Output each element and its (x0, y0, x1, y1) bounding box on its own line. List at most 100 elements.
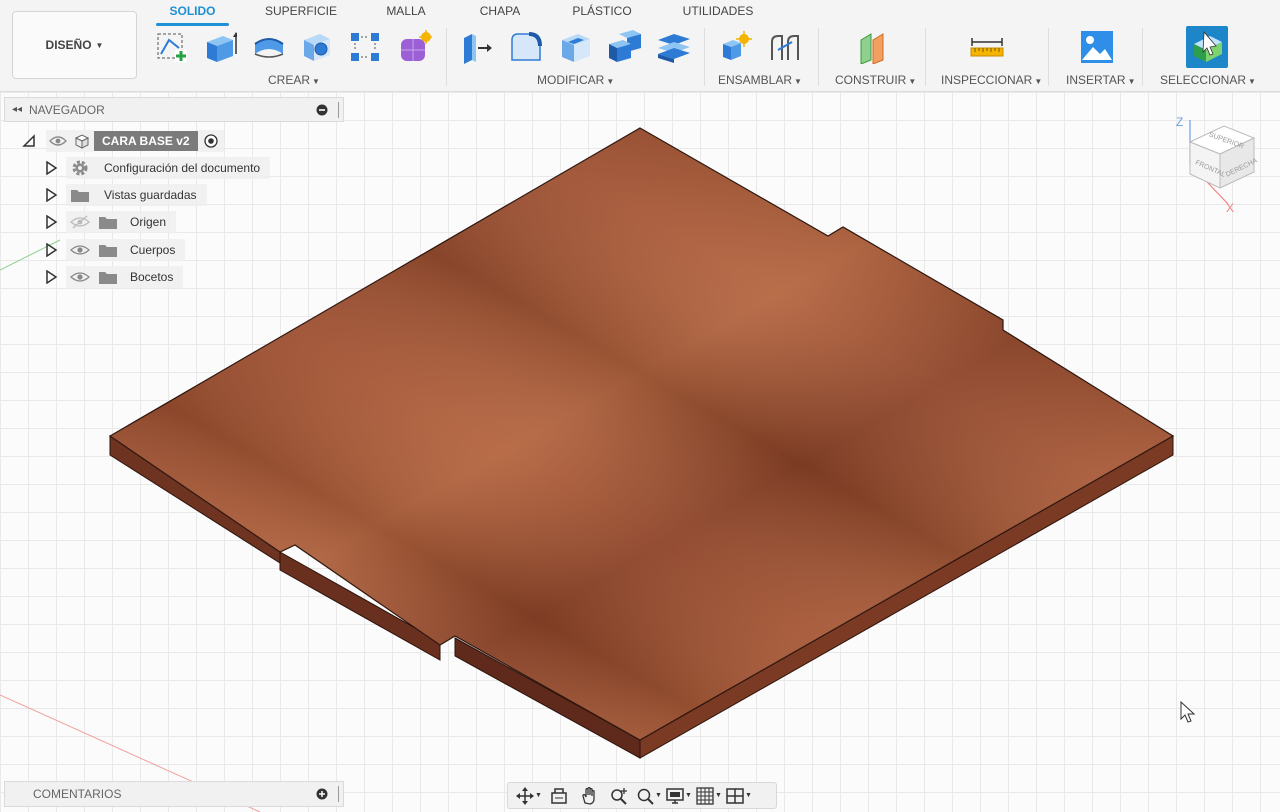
zoom-fit-icon (637, 788, 654, 805)
display-settings-button[interactable]: ▼ (664, 785, 694, 807)
insertar-menu[interactable]: INSERTAR ▼ (1066, 73, 1136, 87)
plate-grain (110, 128, 1173, 740)
panel-grip[interactable] (338, 101, 339, 118)
navigator-title: NAVEGADOR (29, 102, 105, 117)
component-icon (70, 130, 94, 152)
eye-icon[interactable] (70, 270, 90, 284)
root-visibility[interactable] (46, 130, 70, 152)
collapsed-arrow-icon[interactable] (44, 243, 58, 257)
grid-settings-button[interactable]: ▼ (694, 785, 724, 807)
comments-panel: COMENTARIOS (4, 781, 344, 807)
minimize-icon[interactable] (314, 102, 330, 118)
add-comment-icon[interactable] (314, 786, 330, 802)
collapsed-arrow-icon[interactable] (44, 188, 58, 202)
offset-plane-icon[interactable] (853, 28, 891, 66)
folder-icon (71, 190, 89, 202)
eye-icon[interactable] (49, 135, 67, 147)
crear-menu[interactable]: CREAR ▼ (268, 73, 320, 87)
create-form-icon[interactable] (396, 28, 434, 66)
collapse-panel-icon[interactable]: ◂◂ (5, 104, 29, 115)
expanded-arrow-icon[interactable] (22, 134, 36, 148)
shell-icon[interactable] (556, 28, 594, 66)
chevron-down-icon: ▼ (655, 792, 662, 799)
collapsed-arrow-icon[interactable] (44, 270, 58, 284)
extrude-icon[interactable] (201, 28, 239, 66)
combine-icon[interactable] (605, 28, 643, 66)
press-pull-icon[interactable] (458, 28, 496, 66)
tab-utilidades[interactable]: UTILIDADES (678, 4, 758, 24)
toolbar-separator (1048, 28, 1049, 86)
navigation-bar: ▼ ▼ ▼ ▼ ▼ (507, 782, 777, 809)
folder-icon (99, 245, 117, 257)
display-settings-icon (666, 787, 684, 804)
fillet-icon[interactable] (507, 28, 545, 66)
toolbar-separator (446, 28, 447, 86)
collapsed-arrow-icon[interactable] (44, 215, 58, 229)
radio-active-icon[interactable] (203, 134, 218, 148)
tab-chapa[interactable]: CHAPA (472, 4, 528, 24)
activate-component-radio[interactable] (197, 130, 224, 152)
insert-image-icon[interactable] (1078, 28, 1116, 66)
view-cube[interactable]: Z X SUPERIOR FRONTAL DERECHA (1168, 112, 1268, 222)
toolbar: DISEÑO ▼ SOLIDO SUPERFICIE MALLA CHAPA P… (0, 0, 1280, 92)
tree-item-sketches[interactable]: Bocetos (44, 266, 184, 288)
zoom-button[interactable] (604, 785, 634, 807)
eye-icon[interactable] (70, 243, 90, 257)
pattern-icon[interactable] (346, 28, 384, 66)
tab-superficie[interactable]: SUPERFICIE (262, 4, 340, 24)
toolbar-separator (925, 28, 926, 86)
inspeccionar-menu[interactable]: INSPECCIONAR ▼ (941, 73, 1042, 87)
tree-item-saved-views[interactable]: Vistas guardadas (44, 184, 207, 206)
measure-icon[interactable] (968, 28, 1006, 66)
panel-grip[interactable] (338, 786, 339, 802)
folder-icon (99, 217, 117, 229)
orbit-icon (516, 786, 535, 805)
workspace-label: DISEÑO (45, 38, 92, 52)
chevron-down-icon: ▼ (535, 792, 542, 799)
hand-pan-icon (582, 786, 595, 805)
tree-item-bodies[interactable]: Cuerpos (44, 239, 186, 261)
chevron-down-icon: ▼ (95, 40, 104, 50)
tab-plastico[interactable]: PLÁSTICO (566, 4, 638, 24)
joint-icon[interactable] (766, 28, 804, 66)
active-tab-indicator (156, 23, 229, 26)
orbit-button[interactable]: ▼ (514, 785, 544, 807)
tab-malla[interactable]: MALLA (378, 4, 434, 24)
fit-button[interactable]: ▼ (634, 785, 664, 807)
chevron-down-icon: ▼ (745, 792, 752, 799)
seleccionar-menu[interactable]: SELECCIONAR ▼ (1160, 73, 1256, 87)
revolve-icon[interactable] (250, 28, 288, 66)
chevron-down-icon: ▼ (685, 792, 692, 799)
folder-icon (99, 272, 117, 284)
create-sketch-icon[interactable] (153, 28, 191, 66)
chevron-down-icon: ▼ (715, 792, 722, 799)
ensamblar-menu[interactable]: ENSAMBLAR ▼ (718, 73, 802, 87)
new-component-icon[interactable] (717, 28, 755, 66)
workspace-selector[interactable]: DISEÑO ▼ (12, 11, 137, 79)
axis-z-label: Z (1176, 115, 1183, 129)
viewports-button[interactable]: ▼ (724, 785, 754, 807)
pan-button[interactable] (574, 785, 604, 807)
toolbar-separator (704, 28, 705, 86)
eye-hidden-icon[interactable] (70, 215, 90, 229)
root-component-label[interactable]: CARA BASE v2 (94, 131, 198, 151)
tree-item-label: Configuración del documento (104, 161, 261, 175)
construir-menu[interactable]: CONSTRUIR ▼ (835, 73, 916, 87)
modificar-menu[interactable]: MODIFICAR ▼ (537, 73, 614, 87)
collapsed-arrow-icon[interactable] (44, 161, 58, 175)
navigator-panel: ◂◂ NAVEGADOR (4, 97, 344, 122)
tree-item-doc-settings[interactable]: Configuración del documento (44, 157, 271, 179)
tree-item-origin[interactable]: Origen (44, 211, 177, 233)
hole-icon[interactable] (298, 28, 336, 66)
gear-icon (72, 160, 88, 176)
toolbar-separator (1142, 28, 1143, 86)
tree-item-label: Origen (130, 215, 167, 229)
axis-x-label: X (1226, 201, 1234, 215)
tree-root[interactable]: CARA BASE v2 (22, 130, 224, 152)
tab-solido[interactable]: SOLIDO (156, 4, 229, 24)
select-icon[interactable] (1186, 26, 1228, 68)
offset-face-icon[interactable] (654, 28, 692, 66)
toolbar-separator (818, 28, 819, 86)
zoom-icon (611, 787, 627, 805)
look-at-button[interactable] (544, 785, 574, 807)
